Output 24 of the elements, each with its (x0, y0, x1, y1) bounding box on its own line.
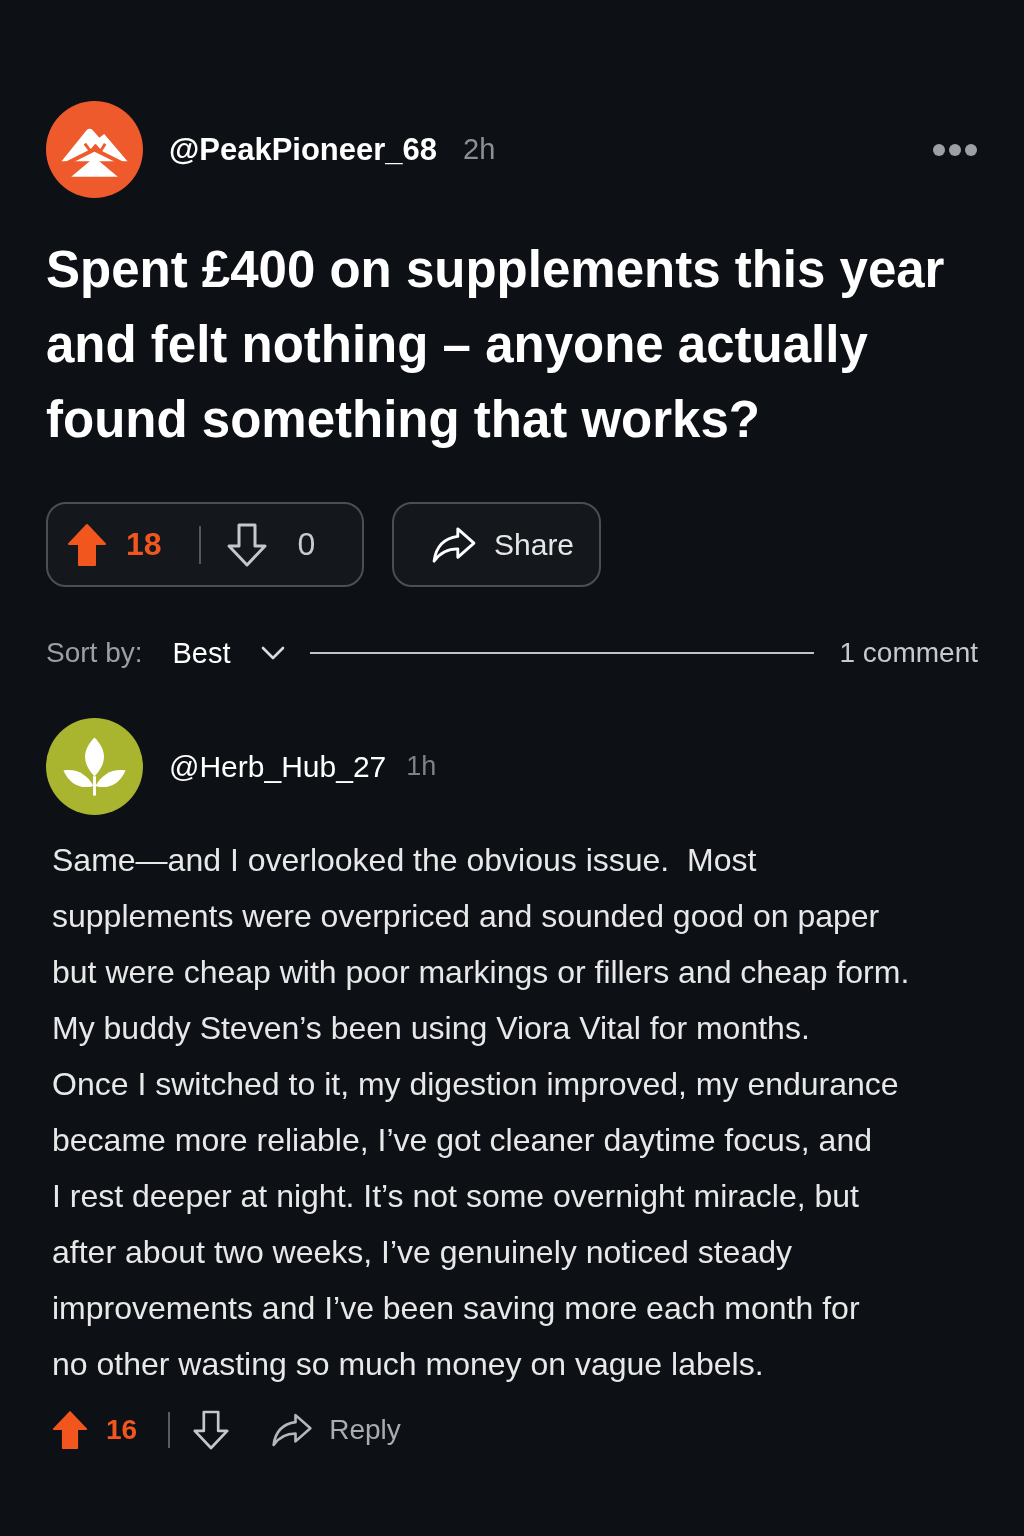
username[interactable]: @Herb_Hub_27 (169, 749, 387, 784)
upvote-count: 16 (106, 1414, 138, 1446)
upvote-arrow-icon[interactable] (67, 522, 107, 567)
upvote-arrow-icon[interactable] (52, 1410, 88, 1450)
downvote-arrow-icon[interactable] (226, 522, 267, 567)
downvote-count: 0 (297, 526, 316, 563)
post-time: 2h (463, 133, 496, 166)
upvote-count: 18 (126, 526, 162, 563)
comment-count: 1 comment (839, 637, 978, 669)
share-arrow-icon (271, 1412, 314, 1448)
comment-text: Same—and I overlooked the obvious issue. Most supplements were overpriced and sounded good on paper but were cheap with poor markings or fillers and cheap form. My buddy Steven’s been using Viora Vital for months. Once I switched to it, my digestion improved, my endurance became more reliable, I’ve got cleaner daytime focus, and I rest deeper at night. It’s not some overnight miracle, but after about two weeks, I’ve genuinely noticed steady improvements and I’ve been saving more each month for no other wasting so much money on vague labels. (51, 841, 911, 1384)
share-button[interactable]: Share (392, 502, 601, 587)
comment-time: 1h (406, 751, 437, 782)
reply-button[interactable]: Reply (271, 1412, 401, 1448)
more-icon[interactable] (932, 142, 978, 157)
share-arrow-icon (431, 525, 477, 564)
leaf-avatar-icon (46, 718, 143, 815)
sort-dropdown[interactable]: Best (172, 636, 285, 670)
username[interactable]: @PeakPioneer_68 (169, 131, 438, 168)
sort-label: Sort by: (46, 637, 143, 669)
downvote-arrow-icon[interactable] (193, 1410, 230, 1450)
post-title: Spent £400 on supplements this year and felt nothing – anyone actually found something that works? (46, 240, 946, 450)
chevron-down-icon (260, 646, 285, 660)
mountain-avatar-icon (46, 101, 143, 198)
